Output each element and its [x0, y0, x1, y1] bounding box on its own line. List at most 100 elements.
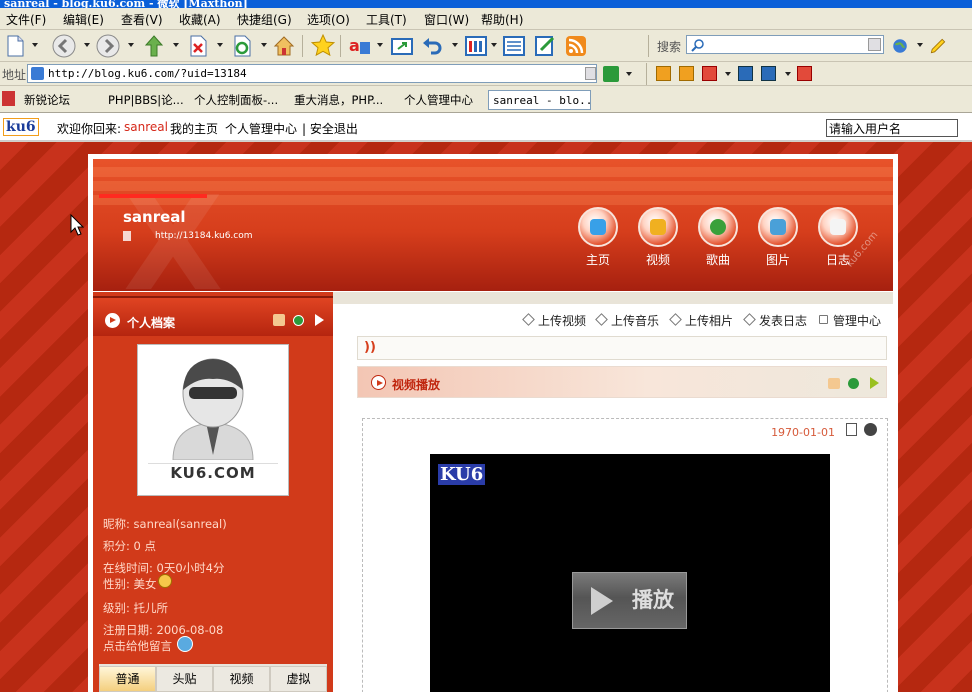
address-input[interactable]: http://blog.ku6.com/?uid=13184	[27, 64, 597, 83]
nav-video-label: 视频	[645, 253, 670, 267]
house-icon	[819, 315, 828, 324]
minimize-tab-icon[interactable]	[738, 66, 753, 81]
expand-arrow-icon[interactable]	[315, 314, 324, 326]
tab-prev-icon[interactable]	[656, 66, 671, 81]
back-icon[interactable]	[52, 34, 76, 58]
menu-edit[interactable]: 编辑(E)	[63, 11, 104, 28]
upload-music-label: 上传音乐	[611, 314, 660, 328]
video-section-header: 视频播放	[357, 366, 887, 398]
profile-tab-video[interactable]: 视频	[213, 666, 270, 692]
menu-groups[interactable]: 快捷组(G)	[237, 11, 292, 28]
tab-4[interactable]: 重大消息，PHP...	[290, 90, 390, 110]
expand-arrow-icon[interactable]	[870, 377, 879, 389]
ku6-logo[interactable]: ku6	[3, 118, 39, 136]
search-icon	[691, 39, 704, 52]
feed-bar: ))	[357, 336, 887, 360]
menu-file[interactable]: 文件(F)	[6, 11, 46, 28]
tab-3[interactable]: 个人控制面板-...	[190, 90, 290, 110]
manage-center-action-link[interactable]: 管理中心	[819, 312, 881, 329]
menu-options[interactable]: 选项(O)	[307, 11, 350, 28]
leave-message-link[interactable]: 点击给他留言	[103, 638, 172, 654]
welcome-username[interactable]: sanreal	[124, 120, 168, 134]
pen-icon	[743, 313, 756, 326]
nav-video[interactable]: 视频	[635, 207, 681, 268]
translate-icon[interactable]: a	[348, 34, 372, 58]
blog-url[interactable]: http://13184.ku6.com	[155, 231, 253, 241]
menu-favorites[interactable]: 收藏(A)	[179, 11, 221, 28]
tab-2[interactable]: PHP|BBS|论...	[90, 90, 190, 110]
refresh-icon[interactable]	[230, 34, 254, 58]
stop-icon[interactable]	[186, 34, 210, 58]
profile-tab-normal[interactable]: 普通	[99, 666, 156, 692]
page-icon	[31, 67, 44, 80]
post-blog-link[interactable]: 发表日志	[743, 312, 807, 329]
globe-icon[interactable]	[891, 34, 909, 58]
nav-home[interactable]: 主页	[575, 207, 621, 268]
menu-tools[interactable]: 工具(T)	[366, 11, 407, 28]
close-all-icon[interactable]	[797, 66, 812, 81]
nav-photos[interactable]: 图片	[755, 207, 801, 268]
close-tab-icon[interactable]	[702, 66, 717, 81]
nav-songs[interactable]: 歌曲	[695, 207, 741, 268]
upload-photo-link[interactable]: 上传相片	[669, 312, 733, 329]
username-input[interactable]	[826, 119, 958, 137]
maxthon-logo-icon	[2, 91, 15, 106]
profile-title: 个人档案	[127, 316, 176, 330]
upload-music-link[interactable]: 上传音乐	[595, 312, 660, 329]
tab-1[interactable]: 新锐论坛	[20, 90, 86, 110]
favorites-star-icon[interactable]	[310, 33, 336, 58]
search-input[interactable]	[686, 35, 884, 54]
edit-entry-icon[interactable]	[846, 423, 857, 436]
tab-6-active[interactable]: sanreal - blo...	[488, 90, 591, 110]
delete-entry-icon[interactable]	[864, 423, 877, 436]
list-view-icon[interactable]	[502, 34, 526, 58]
manage-center-link[interactable]: 个人管理中心	[225, 120, 297, 137]
pen-icon	[522, 313, 535, 326]
toolbar: a 搜索	[0, 30, 972, 62]
edit-note-icon[interactable]	[533, 34, 557, 58]
go-icon[interactable]	[603, 66, 619, 82]
search-dropdown-button[interactable]	[868, 38, 881, 51]
profile-tab-virtual[interactable]: 虚拟	[270, 666, 327, 692]
pen-icon	[669, 313, 682, 326]
my-home-link[interactable]: 我的主页	[170, 120, 218, 137]
highlight-icon[interactable]	[928, 34, 948, 58]
tab-next-icon[interactable]	[679, 66, 694, 81]
message-icon[interactable]	[177, 636, 193, 652]
rss-icon[interactable]	[564, 34, 588, 58]
address-bar: 地址 http://blog.ku6.com/?uid=13184	[0, 62, 972, 86]
logout-link[interactable]: | 安全退出	[302, 120, 358, 137]
close-panel-icon[interactable]	[293, 315, 304, 326]
tab-2-label: PHP|BBS|论...	[108, 93, 184, 107]
address-dropdown-button[interactable]	[585, 67, 596, 80]
edit-icon[interactable]	[828, 378, 840, 389]
video-date: 1970-01-01	[771, 426, 835, 439]
upload-video-link[interactable]: 上传视频	[522, 312, 586, 329]
play-button[interactable]: 播放	[572, 572, 687, 629]
open-window-icon[interactable]	[390, 34, 414, 58]
menu-view[interactable]: 查看(V)	[121, 11, 163, 28]
menu-window[interactable]: 窗口(W)	[424, 11, 469, 28]
forward-icon[interactable]	[96, 34, 120, 58]
up-icon[interactable]	[142, 34, 166, 58]
video-bullet-icon	[371, 375, 386, 390]
profile-tab-headshot[interactable]: 头贴	[156, 666, 213, 692]
menu-bar: 文件(F) 编辑(E) 查看(V) 收藏(A) 快捷组(G) 选项(O) 工具(…	[0, 8, 972, 30]
home-icon[interactable]	[272, 34, 296, 58]
video-player[interactable]: KU6 播放	[430, 454, 830, 692]
menu-help[interactable]: 帮助(H)	[481, 11, 523, 28]
blog-nav-icon	[830, 219, 846, 235]
new-page-icon[interactable]	[3, 34, 27, 58]
close-panel-icon[interactable]	[848, 378, 859, 389]
window-title-bar: sanreal - blog.ku6.com - 微软 [Maxthon]	[0, 0, 972, 8]
url-icon	[123, 231, 131, 241]
photos-nav-icon	[770, 219, 786, 235]
welcome-greeting: 欢迎你回来:	[57, 122, 122, 136]
restore-tab-icon[interactable]	[761, 66, 776, 81]
undo-icon[interactable]	[420, 34, 444, 58]
player-ku6-logo: KU6	[438, 464, 486, 485]
columns-icon[interactable]	[464, 34, 488, 58]
address-label: 地址	[2, 68, 27, 82]
edit-icon[interactable]	[273, 314, 285, 326]
tab-5[interactable]: 个人管理中心	[400, 90, 485, 110]
